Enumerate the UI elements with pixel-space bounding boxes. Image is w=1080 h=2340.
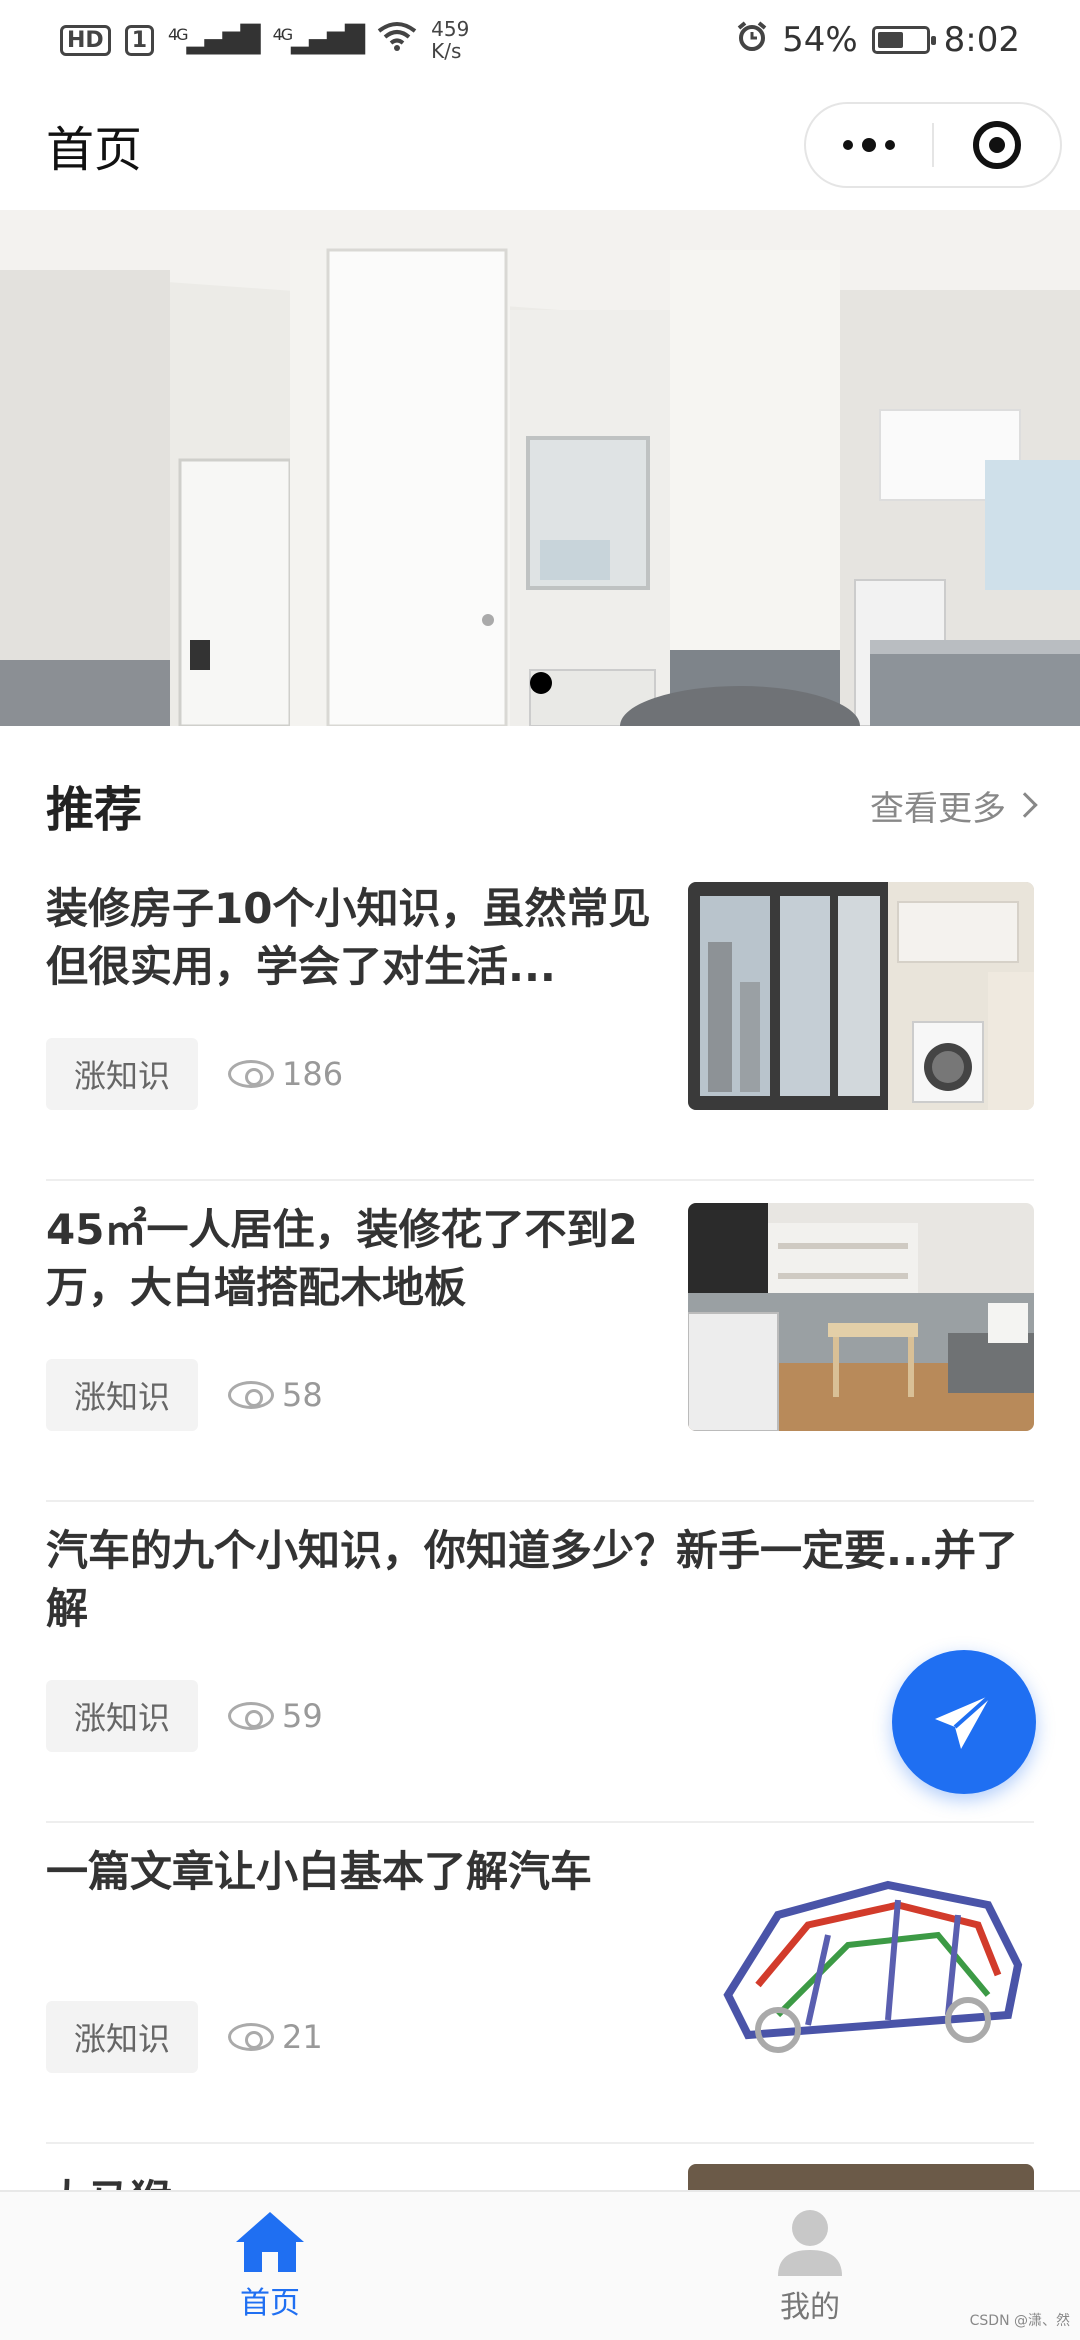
category-tag: 涨知识 [46,2001,199,2073]
article-thumbnail [688,882,1034,1110]
see-more-link[interactable]: 查看更多 [870,781,1038,830]
view-count-value: 59 [282,1697,323,1735]
section-header: 推荐 查看更多 [46,770,1038,840]
publish-button[interactable] [892,1650,1036,1794]
home-icon [236,2212,304,2272]
net-speed: 459 K/s [431,18,469,62]
article-title: 汽车的九个小知识，你知道多少？新手一定要...并了解 [46,1526,1018,1633]
balcony-laundry-image [688,882,1034,1110]
carousel-indicator-dot[interactable] [530,672,552,694]
clock: 8:02 [943,20,1020,60]
net-speed-value: 459 [431,17,470,41]
article-meta: 涨知识 58 [46,1359,323,1431]
signal-icon-1: 4G▂▄▆█ [168,25,261,55]
wifi-icon [377,20,417,60]
signal-label-1: 4G [168,25,189,44]
hd-badge: HD [60,24,111,56]
battery-fill [877,32,903,48]
view-count: 21 [228,2018,323,2056]
article-title: 45㎡一人居住，装修花了不到2万，大白墙搭配木地板 [46,1205,638,1312]
category-tag: 涨知识 [46,1038,199,1110]
apartment-interior-image [688,1203,1034,1431]
close-mini-program-button[interactable] [934,104,1060,186]
article-thumbnail [688,1203,1034,1431]
article-meta: 涨知识 21 [46,2001,323,2073]
article-item-partial[interactable]: 大马猴 [46,2144,1034,2194]
page-title: 首页 [46,122,143,178]
eye-icon [228,2023,275,2051]
signal-label-2: 4G [272,25,294,44]
view-count: 186 [228,1055,343,1093]
more-dots-icon [843,138,895,152]
category-tag: 涨知识 [46,1680,199,1752]
article-meta: 涨知识 186 [46,1038,343,1110]
article-title: 装修房子10个小知识，虽然常见但很实用，学会了对生活... [46,884,651,991]
battery-icon [871,26,936,54]
view-count-value: 58 [282,1376,323,1414]
article-item[interactable]: 汽车的九个小知识，你知道多少？新手一定要...并了解 涨知识 59 [46,1502,1034,1823]
tab-home[interactable]: 首页 [0,2192,540,2340]
eye-icon [228,1060,275,1088]
article-meta: 涨知识 59 [46,1680,323,1752]
article-item[interactable]: 一篇文章让小白基本了解汽车 涨知识 21 [46,1823,1034,2144]
article-list: 装修房子10个小知识，虽然常见但很实用，学会了对生活... 涨知识 186 45… [46,860,1034,2144]
section-title: 推荐 [46,782,143,838]
see-more-label: 查看更多 [870,788,1006,829]
view-count: 59 [228,1697,323,1735]
article-title: 一篇文章让小白基本了解汽车 [46,1847,593,1896]
eye-icon [228,1381,275,1409]
target-icon [973,121,1021,169]
chevron-right-icon [1012,792,1038,818]
signal-icon-2: 4G▂▄▆█ [272,25,366,55]
tab-label: 首页 [240,2286,300,2321]
status-left: HD 1 4G▂▄▆█ 4G▂▄▆█ 459 K/s [60,18,469,62]
alarm-icon [736,20,768,61]
nav-bar: 首页 [0,80,1080,210]
sim-badge: 1 [124,24,154,56]
category-tag: 涨知识 [46,1359,199,1431]
mini-program-capsule [804,102,1062,188]
article-item[interactable]: 45㎡一人居住，装修花了不到2万，大白墙搭配木地板 涨知识 58 [46,1181,1034,1502]
user-icon [778,2210,842,2276]
article-thumbnail [688,1845,1034,2073]
tab-bar: 首页 我的 [0,2190,1080,2340]
net-speed-unit: K/s [431,39,462,63]
article-item[interactable]: 装修房子10个小知识，虽然常见但很实用，学会了对生活... 涨知识 186 [46,860,1034,1181]
watermark: CSDN @潇、然 [969,2313,1070,2329]
view-count: 58 [228,1376,323,1414]
paper-plane-icon [935,1693,993,1749]
eye-icon [228,1702,275,1730]
view-count-value: 21 [282,2018,323,2056]
view-count-value: 186 [282,1055,344,1093]
status-right: 54% 8:02 [736,20,1020,61]
banner-carousel[interactable] [0,210,1080,726]
status-bar: HD 1 4G▂▄▆█ 4G▂▄▆█ 459 K/s 54% 8:02 [0,0,1080,80]
car-frame-image [688,1845,1034,2073]
tab-label: 我的 [780,2290,840,2325]
more-button[interactable] [806,104,932,186]
banner-image [0,210,1080,726]
battery-percent: 54% [782,20,858,60]
